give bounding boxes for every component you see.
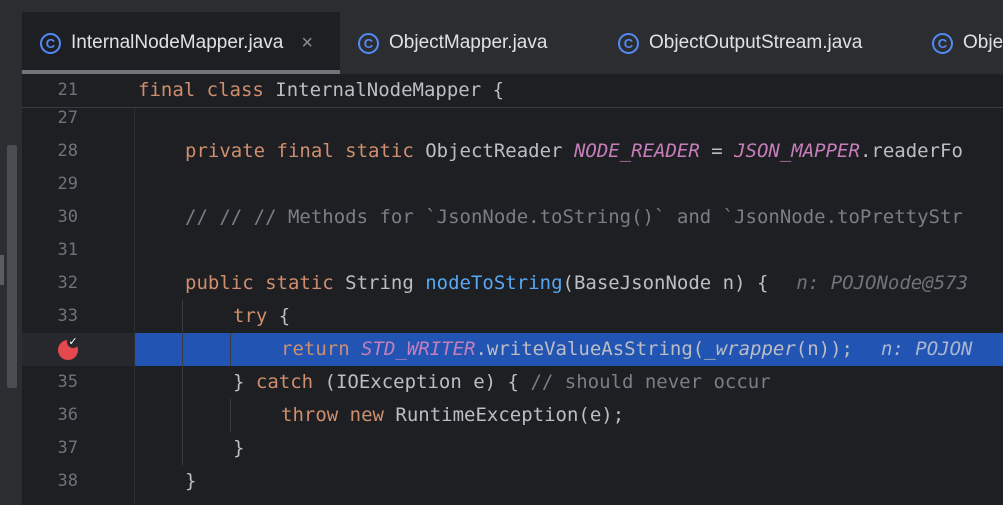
line-number: 30	[57, 207, 78, 227]
tab-label: InternalNodeMapper.java	[71, 32, 284, 53]
gutter[interactable]: 31	[22, 234, 134, 267]
code-text: }	[185, 470, 197, 492]
indent-guide	[230, 399, 231, 432]
gutter[interactable]: ✓	[22, 333, 134, 366]
code-line-31: 31	[22, 234, 1003, 267]
gutter[interactable]: 27	[22, 102, 134, 135]
line-number: 38	[57, 471, 78, 491]
class-c-icon: C	[618, 32, 639, 54]
code-editor[interactable]: 21 final class InternalNodeMapper { 27 2…	[22, 74, 1003, 505]
tab-label: ObjectMapper.java	[389, 32, 548, 53]
editor-tab-bar: C InternalNodeMapper.java × C ObjectMapp…	[22, 0, 1003, 75]
code-comment: // // // Methods for `JsonNode.toString(…	[185, 206, 963, 228]
gutter[interactable]: 38	[22, 465, 134, 498]
left-scrollbar[interactable]	[7, 145, 17, 388]
class-c-icon: C	[932, 32, 953, 54]
code-text: }	[233, 437, 245, 459]
gutter[interactable]: 33	[22, 300, 134, 333]
gutter[interactable]: 32	[22, 267, 134, 300]
indent-guide	[182, 300, 183, 465]
indent-guide	[230, 333, 231, 366]
code-line-36: 36 throw new RuntimeException(e);	[22, 399, 1003, 432]
left-notch	[0, 255, 4, 285]
line-number: 21	[57, 80, 78, 100]
line-number: 33	[57, 306, 78, 326]
inline-debug-hint: n: POJONode@573	[796, 272, 969, 294]
line-number: 37	[57, 438, 78, 458]
tab-object-output-stream[interactable]: C ObjectOutputStream.java	[618, 12, 862, 74]
tab-label: Obje	[963, 32, 1003, 53]
code-line-28: 28 private final static ObjectReader NOD…	[22, 135, 1003, 168]
code-text: throw new RuntimeException(e);	[281, 404, 625, 426]
tab-object-mapper[interactable]: C ObjectMapper.java	[358, 12, 547, 74]
code-line-38: 38 }	[22, 465, 1003, 498]
tab-label: ObjectOutputStream.java	[649, 32, 863, 53]
gutter[interactable]: 29	[22, 168, 134, 201]
gutter[interactable]: 36	[22, 399, 134, 432]
code-line-35: 35 } catch (IOException e) { // should n…	[22, 366, 1003, 399]
line-number: 29	[57, 174, 78, 194]
code-line-32: 32 public static String nodeToString(Bas…	[22, 267, 1003, 300]
line-number: 28	[57, 141, 78, 161]
close-icon[interactable]: ×	[301, 32, 313, 55]
code-line-30: 30 // // // Methods for `JsonNode.toStri…	[22, 201, 1003, 234]
line-number: 32	[57, 273, 78, 293]
class-c-icon: C	[358, 32, 379, 54]
gutter[interactable]: 30	[22, 201, 134, 234]
code-text: return STD_WRITER.writeValueAsString(_wr…	[281, 338, 973, 360]
code-line-29: 29	[22, 168, 1003, 201]
code-line-34-current-execution: ✓ return STD_WRITER.writeValueAsString(_…	[22, 333, 1003, 366]
tab-obje[interactable]: C Obje	[932, 12, 1003, 74]
code-line-33: 33 try {	[22, 300, 1003, 333]
breakpoint-check-icon: ✓	[67, 335, 79, 348]
code-line-27: 27	[22, 102, 1003, 135]
line-number: 36	[57, 405, 78, 425]
gutter[interactable]: 35	[22, 366, 134, 399]
code-line-37: 37 }	[22, 432, 1003, 465]
inline-debug-hint: n: POJON	[880, 338, 973, 360]
class-c-icon: C	[40, 32, 61, 54]
code-text: try {	[233, 305, 291, 327]
line-number: 31	[57, 240, 78, 260]
line-number: 35	[57, 372, 78, 392]
code-text: private final static ObjectReader NODE_R…	[185, 140, 963, 162]
line-number: 27	[57, 108, 78, 128]
left-tool-strip	[0, 0, 22, 505]
tab-internal-node-mapper[interactable]: C InternalNodeMapper.java ×	[22, 12, 340, 74]
gutter[interactable]: 37	[22, 432, 134, 465]
code-text: } catch (IOException e) { // should neve…	[233, 371, 771, 393]
code-text: public static String nodeToString(BaseJs…	[185, 272, 969, 294]
ide-window: C InternalNodeMapper.java × C ObjectMapp…	[0, 0, 1003, 505]
code-text: final class InternalNodeMapper {	[138, 79, 505, 101]
gutter[interactable]: 28	[22, 135, 134, 168]
